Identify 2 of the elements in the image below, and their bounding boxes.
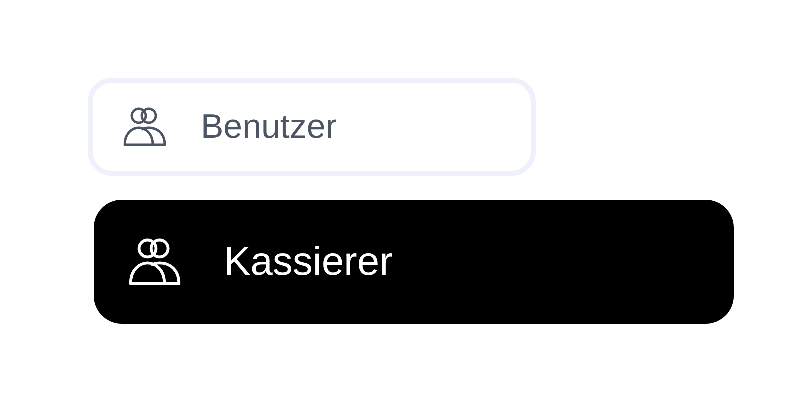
menu-item[interactable]: Kassierer [94,200,734,324]
menu-item[interactable]: Benutzer [88,78,536,176]
